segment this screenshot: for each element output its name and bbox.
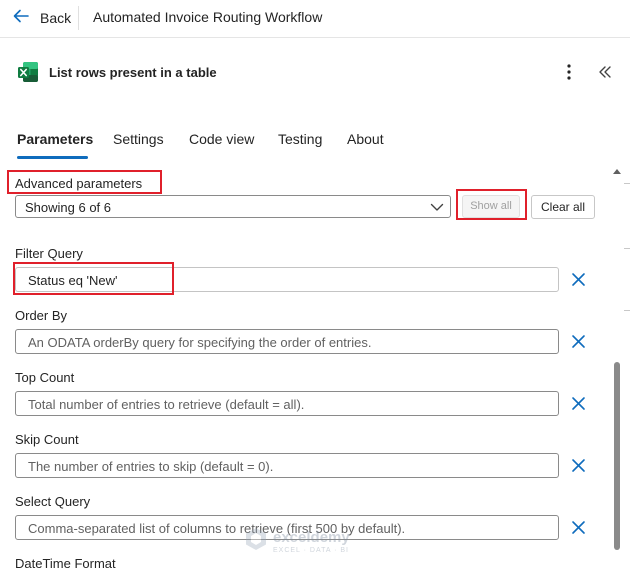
dropdown-value: Showing 6 of 6 [25,200,112,215]
close-icon[interactable] [571,458,586,473]
top-count-placeholder: Total number of entries to retrieve (def… [28,397,305,412]
tab-testing[interactable]: Testing [278,131,322,147]
back-button[interactable]: Back [12,6,71,30]
close-icon[interactable] [571,334,586,349]
top-bar: Back Automated Invoice Routing Workflow [0,0,630,38]
tab-settings[interactable]: Settings [113,131,164,147]
skip-count-placeholder: The number of entries to skip (default =… [28,459,274,474]
back-label: Back [40,10,72,26]
scrollbar-thumb[interactable] [614,362,620,550]
collapse-panel-icon[interactable] [597,64,613,80]
watermark-name: exceldemy [273,528,350,546]
exceldemy-logo-icon [243,526,269,557]
close-icon[interactable] [571,520,586,535]
active-tab-indicator [17,156,88,159]
advanced-parameters-dropdown[interactable]: Showing 6 of 6 [15,195,451,218]
highlight-box [7,170,162,194]
flow-title: Automated Invoice Routing Workflow [93,9,323,25]
close-icon[interactable] [571,272,586,287]
watermark-sub: EXCEL · DATA · BI [273,546,349,554]
clear-all-button[interactable]: Clear all [531,195,595,219]
back-arrow-icon [12,7,30,30]
select-query-label: Select Query [15,494,91,509]
show-all-button[interactable]: Show all [462,195,520,218]
top-count-input[interactable]: Total number of entries to retrieve (def… [15,391,559,416]
tab-about[interactable]: About [347,131,384,147]
order-by-label: Order By [15,308,68,323]
order-by-placeholder: An ODATA orderBy query for specifying th… [28,335,372,350]
tab-code-view[interactable]: Code view [189,131,254,147]
skip-count-label: Skip Count [15,432,79,447]
datetime-format-label: DateTime Format [15,556,116,571]
tab-parameters[interactable]: Parameters [17,131,93,147]
excel-icon [17,61,39,83]
skip-count-input[interactable]: The number of entries to skip (default =… [15,453,559,478]
close-icon[interactable] [571,396,586,411]
action-title: List rows present in a table [49,65,217,80]
filter-query-label: Filter Query [15,246,83,261]
divider [78,6,79,30]
watermark: exceldemy EXCEL · DATA · BI [243,526,350,557]
scroll-up-icon[interactable] [612,164,622,174]
top-count-label: Top Count [15,370,75,385]
order-by-input[interactable]: An ODATA orderBy query for specifying th… [15,329,559,354]
highlight-box [13,262,174,295]
more-options-icon[interactable] [560,62,578,82]
